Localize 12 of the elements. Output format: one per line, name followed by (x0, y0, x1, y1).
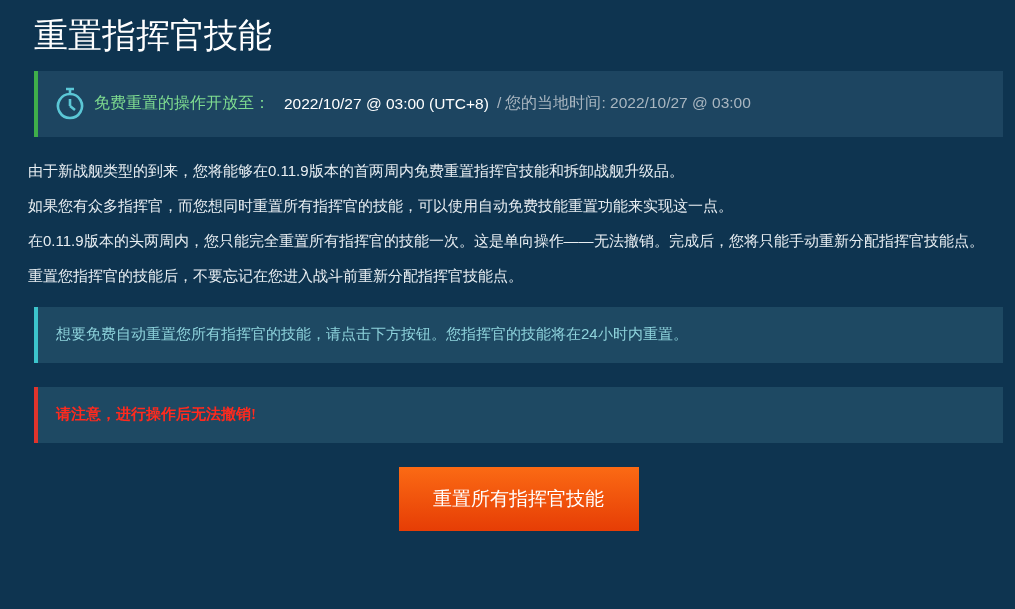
page-title: 重置指挥官技能 (34, 15, 273, 56)
notice-text: 想要免费自动重置您所有指挥官的技能，请点击下方按钮。您指挥官的技能将在24小时内重置。 (56, 325, 688, 344)
notice-text: 请注意，进行操作后无法撤销! (56, 405, 256, 424)
timer-label: 免费重置的操作开放至： (94, 93, 270, 113)
paragraph: 如果您有众多指挥官，而您想同时重置所有指挥官的技能，可以使用自动免费技能重置功能来实现这一点。 (28, 195, 734, 216)
paragraph: 由于新战舰类型的到来，您将能够在0.11.9版本的首两周内免费重置指挥官技能和拆卸战舰升级品。 (28, 160, 685, 181)
local-time: / 您的当地时间: 2022/10/27 @ 03:00 (496, 93, 751, 113)
reset-all-button[interactable]: 重置所有指挥官技能 (398, 466, 639, 531)
stopwatch-icon (54, 86, 86, 121)
paragraph: 重置您指挥官的技能后，不要忘记在您进入战斗前重新分配指挥官技能点。 (28, 265, 524, 286)
server-time: 2022/10/27 @ 03:00 (UTC+8) (284, 94, 489, 113)
paragraph: 在0.11.9版本的头两周内，您只能完全重置所有指挥官的技能一次。这是单向操作——无法撤销。完成后，您将只能手动重新分配指挥官技能点。 (28, 230, 985, 251)
